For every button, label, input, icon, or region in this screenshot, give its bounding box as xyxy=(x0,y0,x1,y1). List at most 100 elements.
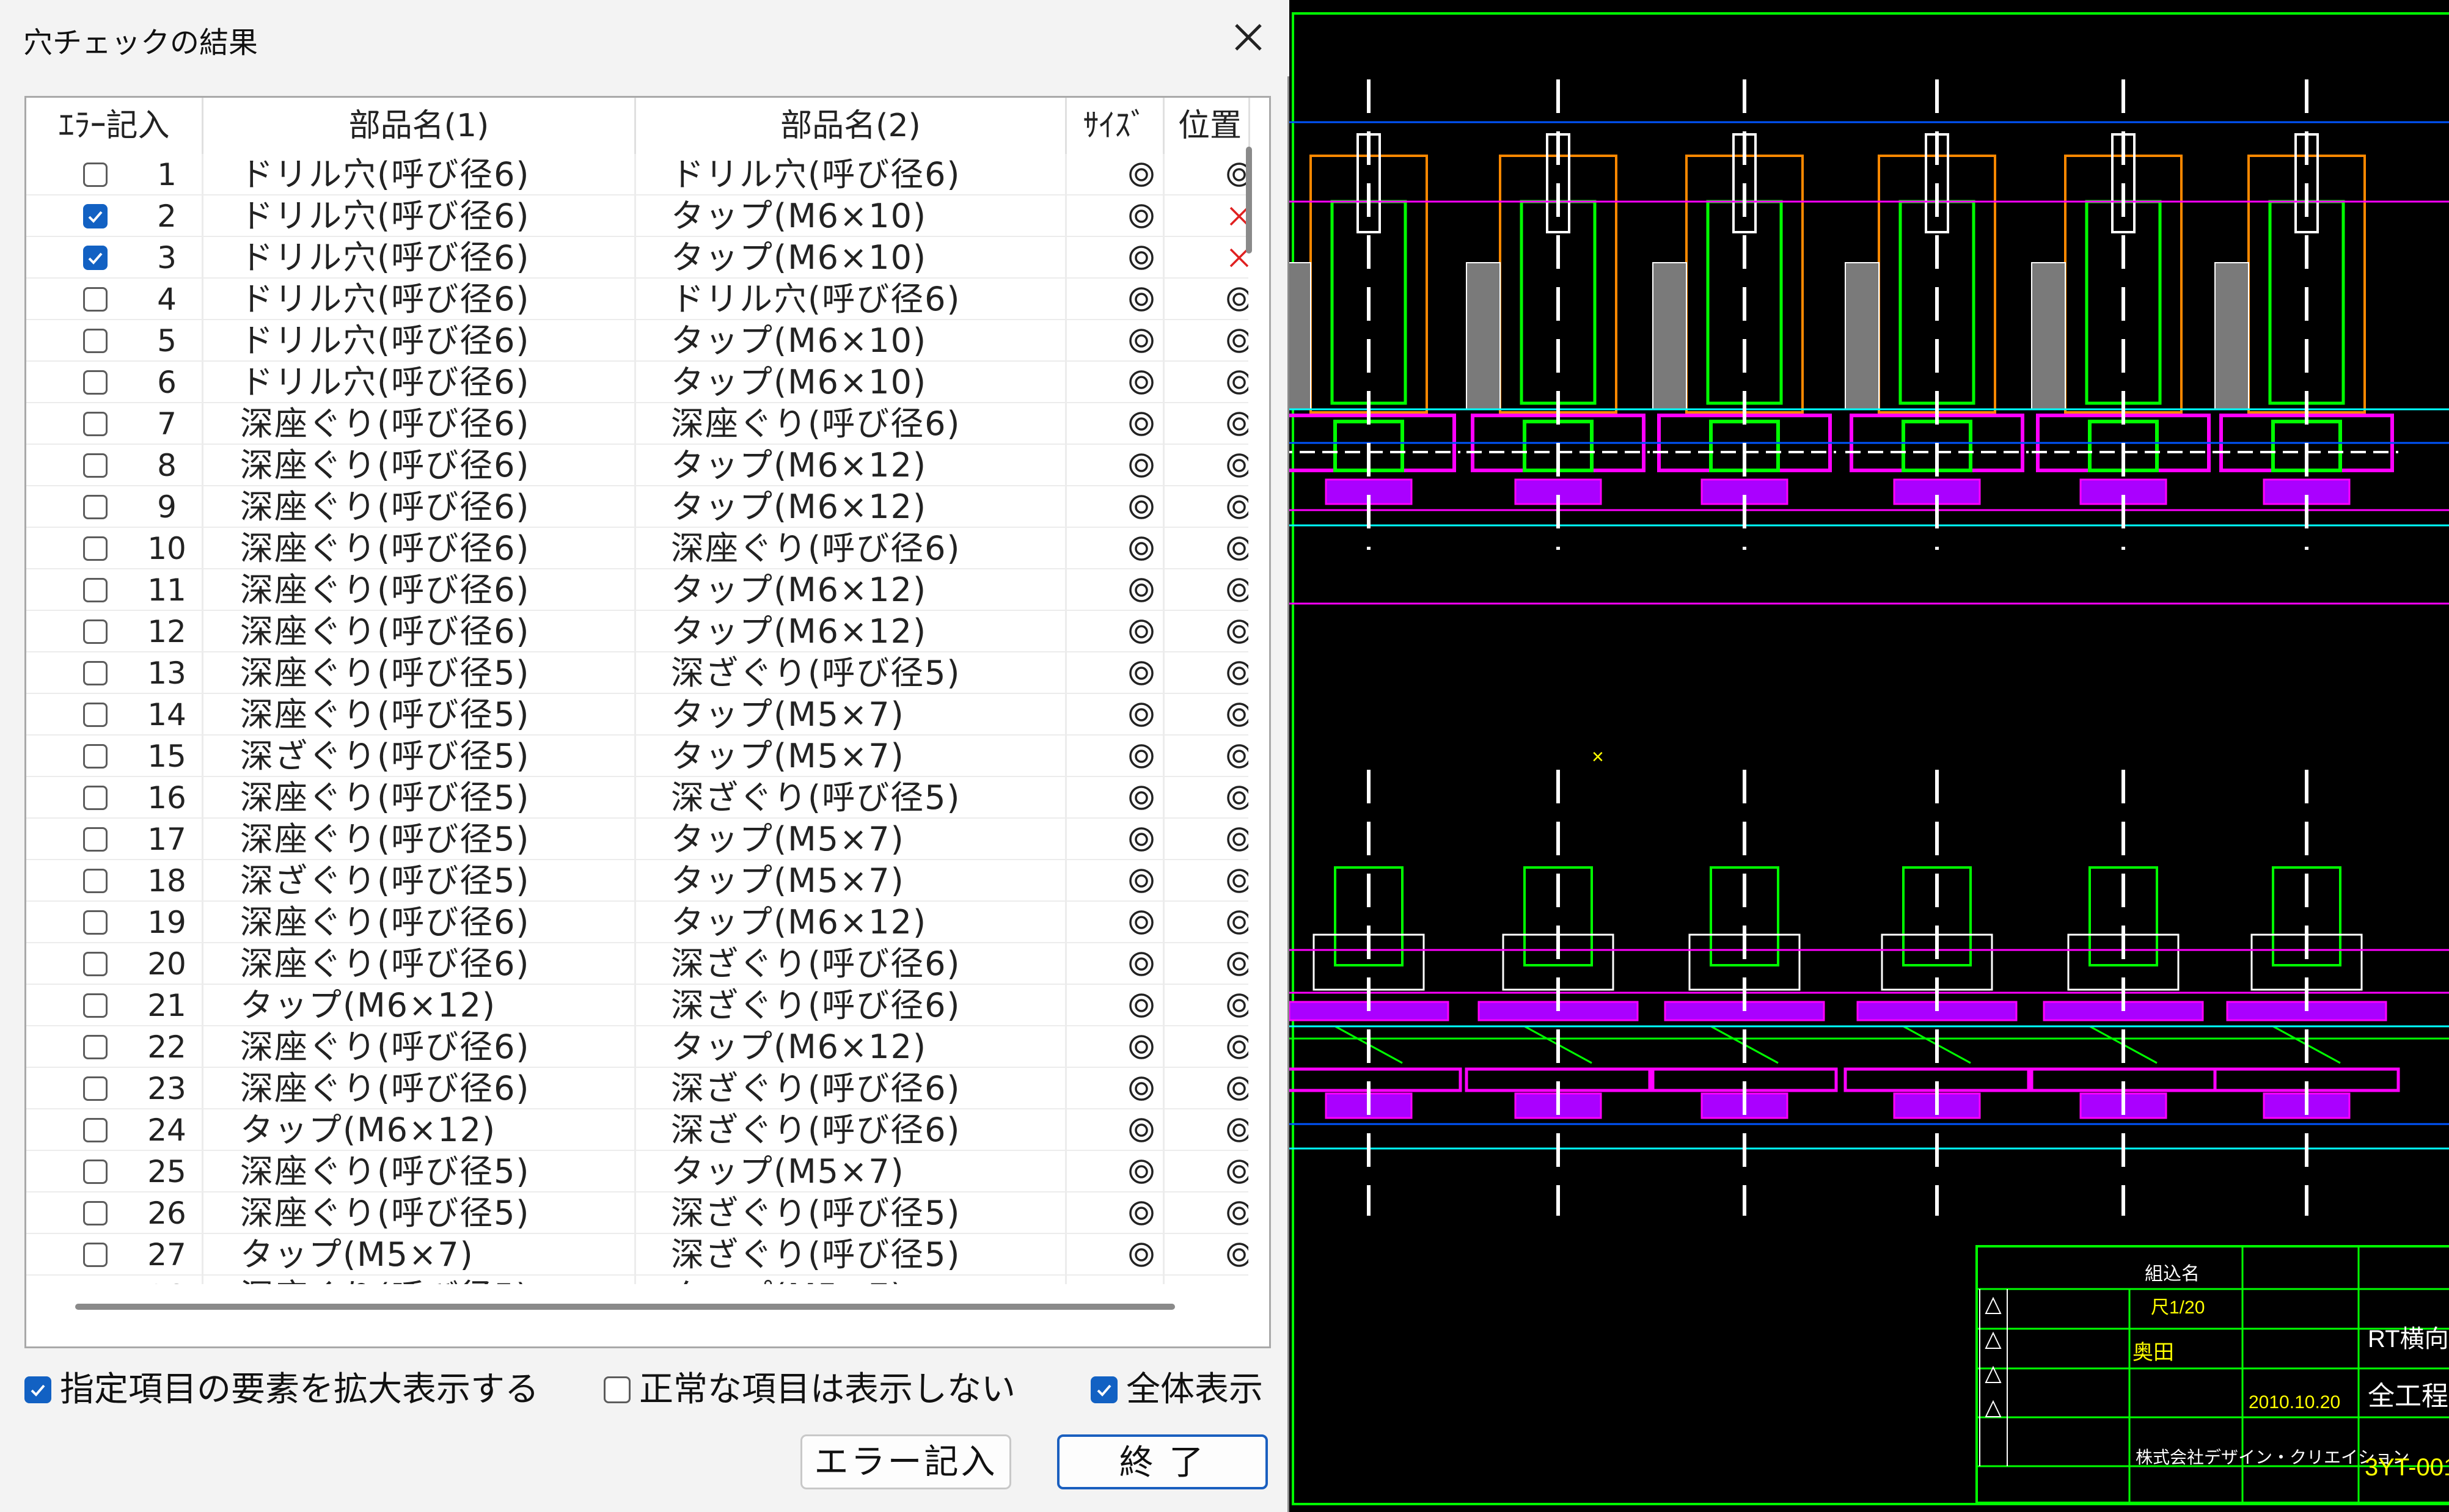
show-all-option-box[interactable] xyxy=(1091,1376,1118,1403)
table-row[interactable]: 5 ドリル穴(呼び径6) タップ(M6×10) xyxy=(26,320,1248,362)
error-entry-checkbox[interactable] xyxy=(83,536,108,561)
part-name-2: 深ざぐり(呼び径6) xyxy=(671,1111,961,1149)
table-row[interactable]: 10 深座ぐり(呼び径6) 深座ぐり(呼び径6) xyxy=(26,528,1248,569)
table-row[interactable]: 16 深座ぐり(呼び径5) 深ざぐり(呼び径5) xyxy=(26,777,1248,819)
double-circle-icon xyxy=(1128,1241,1155,1268)
table-row[interactable]: 24 タップ(M6×12) 深ざぐり(呼び径6) xyxy=(26,1109,1248,1151)
error-entry-checkbox[interactable] xyxy=(83,163,108,187)
error-entry-checkbox[interactable] xyxy=(83,1160,108,1184)
row-number: 1 xyxy=(157,157,177,192)
table-row[interactable]: 20 深座ぐり(呼び径6) 深ざぐり(呼び径6) xyxy=(26,943,1248,985)
table-row[interactable]: 21 タップ(M6×12) 深ざぐり(呼び径6) xyxy=(26,985,1248,1026)
row-number: 19 xyxy=(147,905,186,940)
error-entry-checkbox[interactable] xyxy=(83,370,108,395)
error-entry-checkbox[interactable] xyxy=(83,1076,108,1101)
error-entry-checkbox[interactable] xyxy=(83,786,108,810)
hole-check-dialog: 穴チェックの結果 ｴﾗｰ記入 部品名(1) 部品名(2) ｻｲｽﾞ 位置 1 ドリ… xyxy=(0,0,1289,1512)
list-header: ｴﾗｰ記入 部品名(1) 部品名(2) ｻｲｽﾞ 位置 xyxy=(26,98,1269,154)
error-entry-checkbox[interactable] xyxy=(83,1243,108,1267)
error-entry-checkbox[interactable] xyxy=(83,1035,108,1059)
error-entry-checkbox[interactable] xyxy=(83,661,108,685)
table-row[interactable]: 3 ドリル穴(呼び径6) タップ(M6×10) xyxy=(26,237,1248,279)
error-entry-checkbox[interactable] xyxy=(83,993,108,1018)
table-row[interactable]: 15 深ざぐり(呼び径5) タップ(M5×7) xyxy=(26,736,1248,777)
table-row[interactable]: 11 深座ぐり(呼び径6) タップ(M6×12) xyxy=(26,569,1248,611)
table-row[interactable]: 1 ドリル穴(呼び径6) ドリル穴(呼び径6) xyxy=(26,154,1248,195)
table-row[interactable]: 9 深座ぐり(呼び径6) タップ(M6×12) xyxy=(26,486,1248,528)
error-entry-checkbox[interactable] xyxy=(83,204,108,228)
table-row[interactable]: 14 深座ぐり(呼び径5) タップ(M5×7) xyxy=(26,694,1248,736)
table-row[interactable]: 12 深座ぐり(呼び径6) タップ(M6×12) xyxy=(26,611,1248,652)
table-row[interactable]: 8 深座ぐり(呼び径6) タップ(M6×12) xyxy=(26,445,1248,486)
error-entry-checkbox[interactable] xyxy=(83,869,108,893)
part-name-1: タップ(M6×12) xyxy=(240,1111,497,1149)
error-entry-checkbox[interactable] xyxy=(83,910,108,935)
part-name-2: タップ(M6×12) xyxy=(671,446,928,484)
table-row[interactable]: 4 ドリル穴(呼び径6) ドリル穴(呼び径6) xyxy=(26,279,1248,320)
error-entry-button[interactable]: エラー記入 xyxy=(800,1434,1011,1489)
part-name-2: タップ(M5×7) xyxy=(671,737,905,775)
error-entry-checkbox[interactable] xyxy=(83,246,108,270)
double-circle-icon xyxy=(1128,369,1155,396)
finish-button[interactable]: 終 了 xyxy=(1057,1434,1268,1489)
column-error-entry[interactable]: ｴﾗｰ記入 xyxy=(26,98,203,154)
vertical-scrollbar[interactable] xyxy=(1246,147,1252,254)
column-part-name-2[interactable]: 部品名(2) xyxy=(636,98,1067,154)
row-number: 8 xyxy=(157,448,177,483)
table-row[interactable]: 19 深座ぐり(呼び径6) タップ(M6×12) xyxy=(26,902,1248,943)
cad-drawing-canvas[interactable]: × 組込名 尺 1/20 奥田 2010.10.20 RT横向けエアー式 xyxy=(1289,0,2449,1512)
error-entry-checkbox[interactable] xyxy=(83,703,108,727)
error-entry-checkbox[interactable] xyxy=(83,287,108,312)
close-button[interactable] xyxy=(1221,10,1276,65)
table-row[interactable]: 18 深ざぐり(呼び径5) タップ(M5×7) xyxy=(26,860,1248,902)
error-entry-checkbox[interactable] xyxy=(83,453,108,478)
result-list[interactable]: ｴﾗｰ記入 部品名(1) 部品名(2) ｻｲｽﾞ 位置 1 ドリル穴(呼び径6) ド… xyxy=(24,96,1271,1348)
title-block-drawing-name: 全工程配置図 xyxy=(2368,1381,2449,1411)
table-row[interactable]: 13 深座ぐり(呼び径5) 深ざぐり(呼び径5) xyxy=(26,652,1248,694)
table-row[interactable]: 7 深座ぐり(呼び径6) 深座ぐり(呼び径6) xyxy=(26,403,1248,445)
hide-normal-option-box[interactable] xyxy=(604,1376,631,1403)
zoom-option-box[interactable] xyxy=(24,1376,51,1403)
double-circle-icon xyxy=(1128,784,1155,811)
part-name-2: タップ(M5×7) xyxy=(671,820,905,858)
error-entry-checkbox[interactable] xyxy=(83,1118,108,1142)
part-name-1: ドリル穴(呼び径6) xyxy=(240,197,530,235)
table-row[interactable]: 26 深座ぐり(呼び径5) 深ざぐり(呼び径5) xyxy=(26,1192,1248,1234)
double-circle-icon xyxy=(1226,1200,1248,1227)
error-entry-checkbox[interactable] xyxy=(83,619,108,644)
table-row[interactable]: 25 深座ぐり(呼び径5) タップ(M5×7) xyxy=(26,1151,1248,1192)
part-name-1: 深座ぐり(呼び径5) xyxy=(240,1194,530,1232)
error-entry-checkbox[interactable] xyxy=(83,1201,108,1225)
double-circle-icon xyxy=(1128,244,1155,271)
row-number: 6 xyxy=(157,365,177,400)
list-body: 1 ドリル穴(呼び径6) ドリル穴(呼び径6) 2 ドリル穴(呼び径6) タップ(M6×1… xyxy=(26,154,1248,1284)
double-circle-icon xyxy=(1128,660,1155,687)
double-circle-icon xyxy=(1128,1075,1155,1102)
table-row[interactable]: 6 ドリル穴(呼び径6) タップ(M6×10) xyxy=(26,362,1248,403)
table-row[interactable]: 27 タップ(M5×7) 深ざぐり(呼び径5) xyxy=(26,1234,1248,1276)
error-entry-checkbox[interactable] xyxy=(83,744,108,769)
table-row[interactable]: 2 ドリル穴(呼び径6) タップ(M6×10) xyxy=(26,195,1248,237)
column-size[interactable]: ｻｲｽﾞ xyxy=(1067,98,1165,154)
column-position[interactable]: 位置 xyxy=(1165,98,1250,154)
double-circle-icon xyxy=(1226,1117,1248,1144)
table-row[interactable]: 23 深座ぐり(呼び径6) 深ざぐり(呼び径6) xyxy=(26,1068,1248,1109)
horizontal-scrollbar[interactable] xyxy=(75,1304,1175,1310)
table-row[interactable]: 17 深座ぐり(呼び径5) タップ(M5×7) xyxy=(26,819,1248,860)
error-entry-checkbox[interactable] xyxy=(83,952,108,976)
error-entry-checkbox[interactable] xyxy=(83,578,108,602)
part-name-1: 深座ぐり(呼び径6) xyxy=(240,612,530,651)
error-entry-checkbox[interactable] xyxy=(83,827,108,852)
title-block-drawing-title: RT横向けエアー式 xyxy=(2368,1326,2449,1353)
column-part-name-1[interactable]: 部品名(1) xyxy=(203,98,636,154)
part-name-1: 深ざぐり(呼び径5) xyxy=(240,737,530,775)
table-row[interactable]: 22 深座ぐり(呼び径6) タップ(M6×12) xyxy=(26,1026,1248,1068)
part-name-2: タップ(M6×12) xyxy=(671,488,928,526)
error-entry-checkbox[interactable] xyxy=(83,329,108,353)
table-row[interactable]: 28 深座ぐり(呼び径5) タップ(M5×7) xyxy=(26,1276,1248,1284)
double-circle-icon xyxy=(1128,577,1155,604)
error-entry-checkbox[interactable] xyxy=(83,412,108,436)
double-circle-icon xyxy=(1128,1158,1155,1185)
error-entry-checkbox[interactable] xyxy=(83,495,108,519)
part-name-2: タップ(M5×7) xyxy=(671,695,905,734)
